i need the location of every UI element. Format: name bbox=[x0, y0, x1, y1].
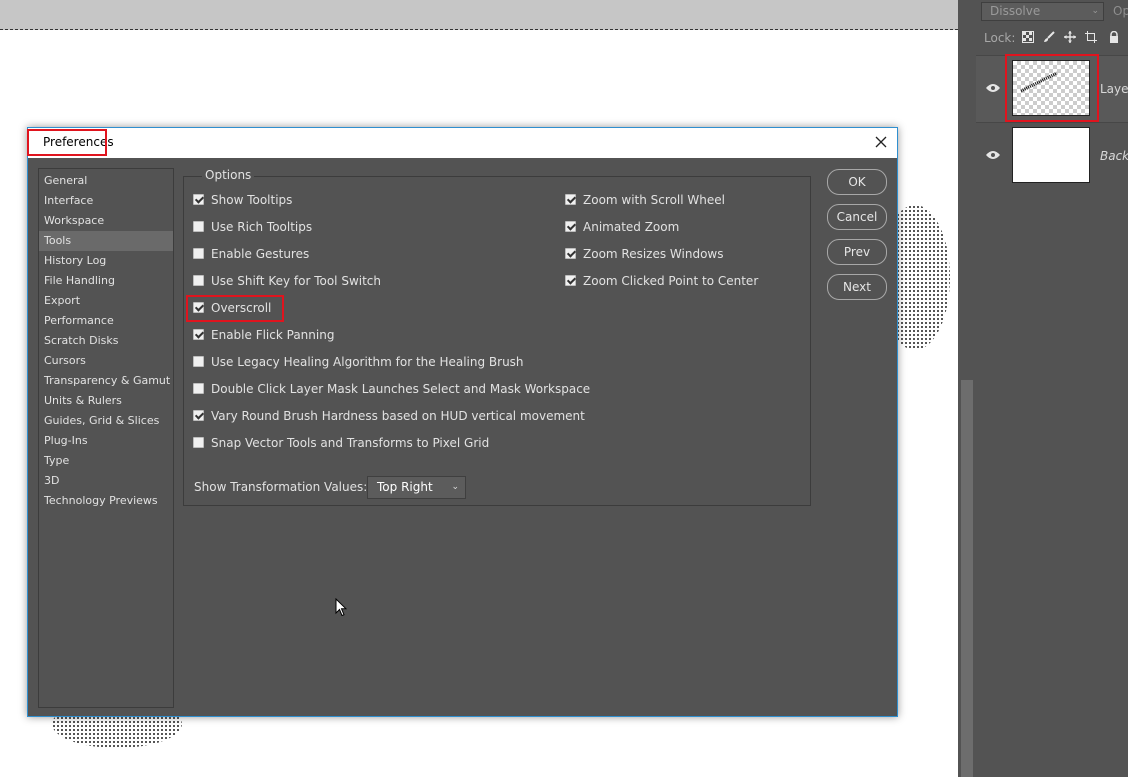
artboard-lock-icon[interactable] bbox=[1084, 31, 1098, 45]
checkbox[interactable] bbox=[193, 410, 204, 421]
overscroll-highlight-box bbox=[186, 295, 284, 322]
checkbox[interactable] bbox=[565, 194, 576, 205]
nav-item-type[interactable]: Type bbox=[39, 451, 173, 471]
nav-item-plug-ins[interactable]: Plug-Ins bbox=[39, 431, 173, 451]
nav-item-workspace[interactable]: Workspace bbox=[39, 211, 173, 231]
mouse-pointer-icon bbox=[335, 598, 347, 617]
checkbox[interactable] bbox=[565, 221, 576, 232]
nav-item-technology-previews[interactable]: Technology Previews bbox=[39, 491, 173, 511]
move-lock-icon[interactable] bbox=[1063, 31, 1077, 45]
nav-item-file-handling[interactable]: File Handling bbox=[39, 271, 173, 291]
options-legend: Options bbox=[202, 168, 255, 182]
nav-item-general[interactable]: General bbox=[39, 171, 173, 191]
close-icon[interactable] bbox=[871, 133, 891, 153]
transparent-pixels-lock-icon[interactable] bbox=[1021, 31, 1035, 45]
preferences-dialog: Preferences General Interface Workspace … bbox=[27, 127, 898, 717]
opacity-label: Op bbox=[1113, 4, 1128, 18]
layer-name[interactable]: Back bbox=[1100, 149, 1128, 163]
nav-item-performance[interactable]: Performance bbox=[39, 311, 173, 331]
nav-item-transparency-gamut[interactable]: Transparency & Gamut bbox=[39, 371, 173, 391]
prev-button[interactable]: Prev bbox=[827, 239, 887, 265]
layer-name[interactable]: Laye bbox=[1100, 82, 1128, 96]
checkbox[interactable] bbox=[193, 437, 204, 448]
checkbox[interactable] bbox=[193, 248, 204, 259]
chevron-down-icon: ⌄ bbox=[1091, 6, 1099, 16]
blend-mode-select[interactable]: Dissolve ⌄ bbox=[981, 2, 1104, 21]
thumbnail-highlight-box bbox=[1005, 54, 1099, 122]
brush-lock-icon[interactable] bbox=[1042, 31, 1056, 45]
canvas-pasteboard-top bbox=[0, 0, 958, 30]
layer-thumbnail[interactable] bbox=[1012, 127, 1090, 183]
padlock-icon[interactable] bbox=[1107, 30, 1121, 45]
checkbox[interactable] bbox=[565, 248, 576, 259]
dialog-titlebar[interactable]: Preferences bbox=[27, 128, 897, 158]
checkbox[interactable] bbox=[193, 275, 204, 286]
nav-item-tools[interactable]: Tools bbox=[39, 231, 173, 251]
checkbox[interactable] bbox=[193, 329, 204, 340]
nav-item-units-rulers[interactable]: Units & Rulers bbox=[39, 391, 173, 411]
nav-item-guides-grid-slices[interactable]: Guides, Grid & Slices bbox=[39, 411, 173, 431]
eye-icon[interactable] bbox=[986, 83, 1000, 93]
eye-icon[interactable] bbox=[986, 150, 1000, 160]
checkbox[interactable] bbox=[193, 194, 204, 205]
nav-item-cursors[interactable]: Cursors bbox=[39, 351, 173, 371]
lock-label: Lock: bbox=[984, 31, 1016, 45]
checkbox[interactable] bbox=[193, 356, 204, 367]
layer-row[interactable]: Laye bbox=[976, 54, 1128, 122]
transform-values-value: Top Right bbox=[377, 480, 433, 494]
nav-item-export[interactable]: Export bbox=[39, 291, 173, 311]
canvas-scrollbar-thumb[interactable] bbox=[961, 380, 973, 777]
nav-item-interface[interactable]: Interface bbox=[39, 191, 173, 211]
layers-panel: Dissolve ⌄ Op Lock: Laye Back bbox=[976, 0, 1128, 777]
checkbox[interactable] bbox=[565, 275, 576, 286]
transform-values-label: Show Transformation Values: bbox=[194, 480, 368, 494]
blend-mode-value: Dissolve bbox=[990, 4, 1041, 18]
chevron-down-icon: ⌄ bbox=[451, 482, 459, 492]
ok-button[interactable]: OK bbox=[827, 169, 887, 195]
checkbox[interactable] bbox=[193, 383, 204, 394]
nav-item-scratch-disks[interactable]: Scratch Disks bbox=[39, 331, 173, 351]
cancel-button[interactable]: Cancel bbox=[827, 204, 887, 230]
nav-item-history-log[interactable]: History Log bbox=[39, 251, 173, 271]
nav-item-3d[interactable]: 3D bbox=[39, 471, 173, 491]
checkbox[interactable] bbox=[193, 221, 204, 232]
preferences-nav-list: General Interface Workspace Tools Histor… bbox=[38, 168, 174, 708]
transform-values-select[interactable]: Top Right ⌄ bbox=[367, 476, 466, 499]
layer-row[interactable]: Back bbox=[976, 122, 1128, 189]
next-button[interactable]: Next bbox=[827, 274, 887, 300]
title-highlight-box bbox=[27, 129, 107, 156]
